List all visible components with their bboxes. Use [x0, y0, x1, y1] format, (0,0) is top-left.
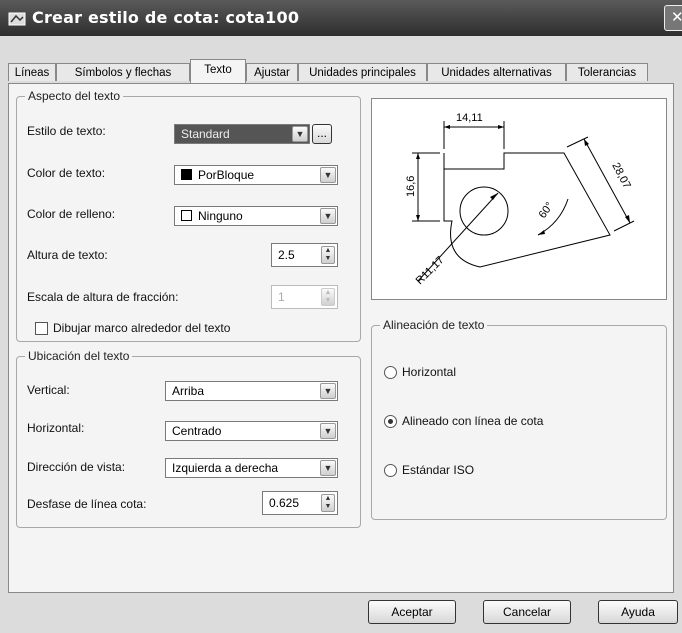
dimension-preview-drawing: 14,11 16,6 28,07 60° R11,17	[405, 112, 635, 287]
dim-right-label: 28,07	[609, 161, 633, 191]
color-texto-value: PorBloque	[198, 168, 255, 182]
altura-texto-value: 2.5	[278, 248, 295, 262]
text-style-browse-button[interactable]: ...	[312, 124, 332, 144]
chevron-down-icon: ▼	[320, 167, 336, 183]
spinner-arrows-icon[interactable]: ▲ ▼	[321, 246, 335, 264]
spinner-arrows-icon[interactable]: ▲ ▼	[321, 494, 335, 512]
cancelar-button[interactable]: Cancelar	[483, 600, 571, 624]
dim-angle-label: 60°	[537, 200, 556, 221]
radio-alineado-label: Alineado con línea de cota	[402, 414, 544, 428]
ayuda-button[interactable]: Ayuda	[598, 600, 678, 624]
horizontal-value: Centrado	[172, 424, 222, 438]
tab-tolerancias[interactable]: Tolerancias	[566, 63, 648, 81]
group-ubicacion-texto: Ubicación del texto Vertical: Arriba ▼ H…	[16, 349, 361, 528]
horizontal-label: Horizontal:	[27, 421, 85, 435]
dimension-style-icon	[8, 12, 26, 26]
color-swatch-icon	[181, 169, 192, 180]
tab-ajustar[interactable]: Ajustar	[246, 63, 298, 81]
escala-fraccion-value: 1	[278, 290, 285, 304]
dim-left-label: 16,6	[405, 176, 417, 197]
radio-estandar-iso-label: Estándar ISO	[402, 463, 475, 477]
radio-estandar-iso[interactable]	[384, 464, 397, 477]
radio-horizontal-label: Horizontal	[402, 365, 457, 379]
marco-checkbox[interactable]	[35, 322, 48, 335]
desfase-label: Desfase de línea cota:	[27, 497, 147, 511]
chevron-down-icon: ▼	[320, 208, 336, 224]
estilo-texto-select[interactable]: Standard ▼	[174, 124, 310, 144]
spinner-arrows-icon[interactable]: ▲ ▼	[321, 288, 335, 306]
group-alineacion-texto: Alineación de texto Horizontal Alineado …	[371, 318, 667, 520]
aceptar-button[interactable]: Aceptar	[368, 600, 456, 624]
escala-fraccion-label: Escala de altura de fracción:	[27, 290, 179, 304]
vertical-label: Vertical:	[27, 383, 70, 397]
title-bar: Crear estilo de cota: cota100 ✕	[0, 0, 682, 36]
desfase-stepper[interactable]: 0.625 ▲ ▼	[262, 491, 338, 515]
tab-panel-texto: Aspecto del texto Estilo de texto: Stand…	[8, 83, 674, 593]
dim-top-label: 14,11	[456, 112, 483, 124]
group-aspecto-texto: Aspecto del texto Estilo de texto: Stand…	[16, 89, 361, 342]
color-relleno-select[interactable]: Ninguno ▼	[174, 206, 338, 226]
desfase-value: 0.625	[269, 496, 300, 510]
color-texto-select[interactable]: PorBloque ▼	[174, 165, 338, 185]
vertical-value: Arriba	[172, 384, 205, 398]
altura-texto-stepper[interactable]: 2.5 ▲ ▼	[271, 243, 338, 267]
radio-selected-dot	[388, 419, 393, 424]
direccion-vista-select[interactable]: Izquierda a derecha ▼	[165, 458, 338, 478]
chevron-down-icon: ▼	[320, 383, 336, 399]
chevron-down-icon: ▼	[320, 423, 336, 439]
radio-horizontal[interactable]	[384, 366, 397, 379]
tab-unidades-alternativas[interactable]: Unidades alternativas	[427, 63, 566, 81]
altura-texto-label: Altura de texto:	[27, 248, 108, 262]
color-relleno-value: Ninguno	[198, 209, 243, 223]
tab-lineas[interactable]: Líneas	[8, 63, 56, 81]
dim-radius-label: R11,17	[414, 254, 447, 287]
radio-alineado[interactable]	[384, 415, 397, 428]
direccion-vista-value: Izquierda a derecha	[172, 461, 279, 475]
color-texto-label: Color de texto:	[27, 166, 106, 180]
horizontal-select[interactable]: Centrado ▼	[165, 421, 338, 441]
estilo-texto-label: Estilo de texto:	[27, 124, 106, 138]
estilo-texto-value: Standard	[181, 127, 230, 141]
dimension-preview: 14,11 16,6 28,07 60° R11,17	[371, 98, 667, 300]
group-ubicacion-legend: Ubicación del texto	[25, 349, 133, 363]
tab-unidades-principales[interactable]: Unidades principales	[298, 63, 427, 81]
tab-simbolos-flechas[interactable]: Símbolos y flechas	[56, 63, 190, 81]
chevron-down-icon: ▼	[292, 126, 308, 142]
close-button[interactable]: ✕	[664, 5, 682, 31]
color-swatch-icon	[181, 210, 192, 221]
group-alineacion-legend: Alineación de texto	[380, 318, 488, 332]
chevron-down-icon: ▼	[320, 460, 336, 476]
tab-texto[interactable]: Texto	[190, 59, 246, 83]
escala-fraccion-stepper[interactable]: 1 ▲ ▼	[271, 285, 338, 309]
window-title: Crear estilo de cota: cota100	[32, 8, 300, 27]
marco-label: Dibujar marco alrededor del texto	[53, 321, 231, 335]
color-relleno-label: Color de relleno:	[27, 207, 116, 221]
vertical-select[interactable]: Arriba ▼	[165, 381, 338, 401]
direccion-vista-label: Dirección de vista:	[27, 460, 126, 474]
group-aspecto-legend: Aspecto del texto	[25, 89, 124, 103]
